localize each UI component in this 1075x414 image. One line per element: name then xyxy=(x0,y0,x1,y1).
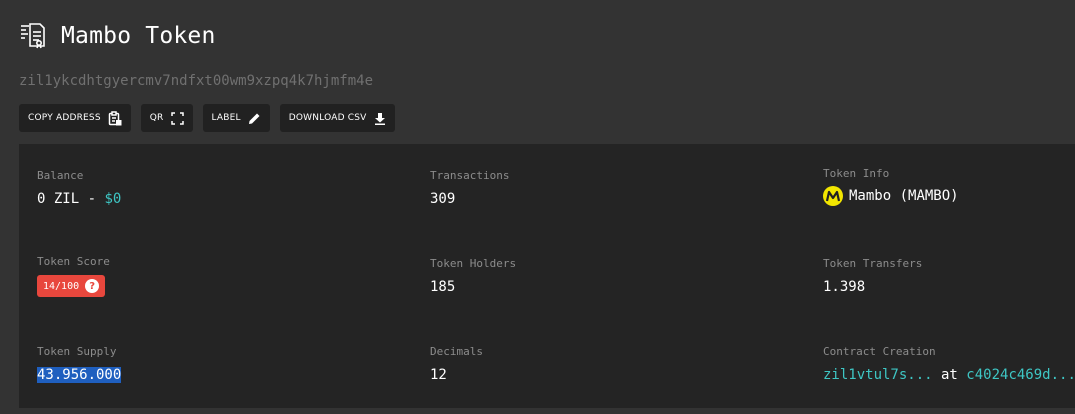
copy-address-label: COPY ADDRESS xyxy=(28,113,101,123)
action-buttons: COPY ADDRESS QR LABEL DOWNLOAD CSV xyxy=(19,104,395,132)
token-transfers-value: 1.398 xyxy=(823,279,866,295)
contract-creation-value: zil1vtul7s... at c4024c469d... xyxy=(823,367,1075,383)
token-transfers-label: Token Transfers xyxy=(823,257,923,270)
fullscreen-icon xyxy=(170,111,184,125)
balance-separator: - xyxy=(79,191,105,207)
label-label: LABEL xyxy=(211,113,241,123)
token-transfers-cell: Token Transfers 1.398 xyxy=(823,257,922,295)
clipboard-icon xyxy=(108,110,122,126)
download-csv-button[interactable]: DOWNLOAD CSV xyxy=(279,104,395,132)
token-supply-value: 43.956.000 xyxy=(37,367,122,383)
transactions-label: Transactions xyxy=(430,169,510,182)
token-info-label: Token Info xyxy=(823,167,890,180)
token-score-cell: Token Score 14/100 ? xyxy=(37,255,110,297)
contract-creation-label: Contract Creation xyxy=(823,345,936,358)
decimals-value: 12 xyxy=(430,367,447,383)
token-info-cell: Token Info Mambo (MAMBO) xyxy=(823,167,959,206)
balance-cell: Balance 0 ZIL - $0 xyxy=(37,169,121,207)
token-holders-label: Token Holders xyxy=(430,257,517,270)
balance-zil: 0 ZIL xyxy=(37,191,80,207)
token-score-value: 14/100 xyxy=(43,280,80,292)
transactions-cell: Transactions 309 xyxy=(430,169,509,207)
token-score-badge[interactable]: 14/100 ? xyxy=(37,275,106,297)
token-symbol: (MAMBO) xyxy=(899,188,959,204)
qr-button[interactable]: QR xyxy=(140,104,193,132)
page-header: Mambo Token xyxy=(19,22,216,50)
copy-address-button[interactable]: COPY ADDRESS xyxy=(19,104,131,132)
token-supply-value-wrap: 43.956.000 xyxy=(37,367,122,383)
token-holders-cell: Token Holders 185 xyxy=(430,257,516,295)
document-list-icon xyxy=(19,22,47,50)
contract-address: zil1ykcdhtgyercmv7ndfxt00wm9xzpq4k7hjmfm… xyxy=(19,73,374,89)
transactions-value: 309 xyxy=(430,191,456,207)
mambo-logo-icon xyxy=(823,186,843,206)
download-csv-label: DOWNLOAD CSV xyxy=(288,113,367,123)
token-score-label: Token Score xyxy=(37,255,110,268)
download-icon xyxy=(374,112,386,125)
qr-label: QR xyxy=(149,113,164,123)
token-holders-value: 185 xyxy=(430,279,456,295)
decimals-cell: Decimals 12 xyxy=(430,345,483,383)
label-button[interactable]: LABEL xyxy=(202,104,270,132)
page-title: Mambo Token xyxy=(61,23,216,49)
pencil-icon xyxy=(248,112,261,125)
balance-label: Balance xyxy=(37,169,84,182)
token-supply-label: Token Supply xyxy=(37,345,117,358)
decimals-label: Decimals xyxy=(430,345,483,358)
stats-panel: Balance 0 ZIL - $0 Transactions 309 Toke… xyxy=(19,144,1075,408)
balance-usd: $0 xyxy=(104,191,122,207)
creation-tx-link[interactable]: c4024c469d... xyxy=(966,367,1075,383)
balance-value: 0 ZIL - $0 xyxy=(37,191,121,207)
help-icon[interactable]: ? xyxy=(85,279,100,293)
creator-address-link[interactable]: zil1vtul7s... xyxy=(823,367,933,383)
token-name: Mambo xyxy=(849,188,892,204)
contract-creation-cell: Contract Creation zil1vtul7s... at c4024… xyxy=(823,345,1075,383)
token-info-value: Mambo (MAMBO) xyxy=(823,186,959,206)
contract-creation-at: at xyxy=(932,367,967,383)
token-supply-cell: Token Supply 43.956.000 xyxy=(37,345,122,383)
